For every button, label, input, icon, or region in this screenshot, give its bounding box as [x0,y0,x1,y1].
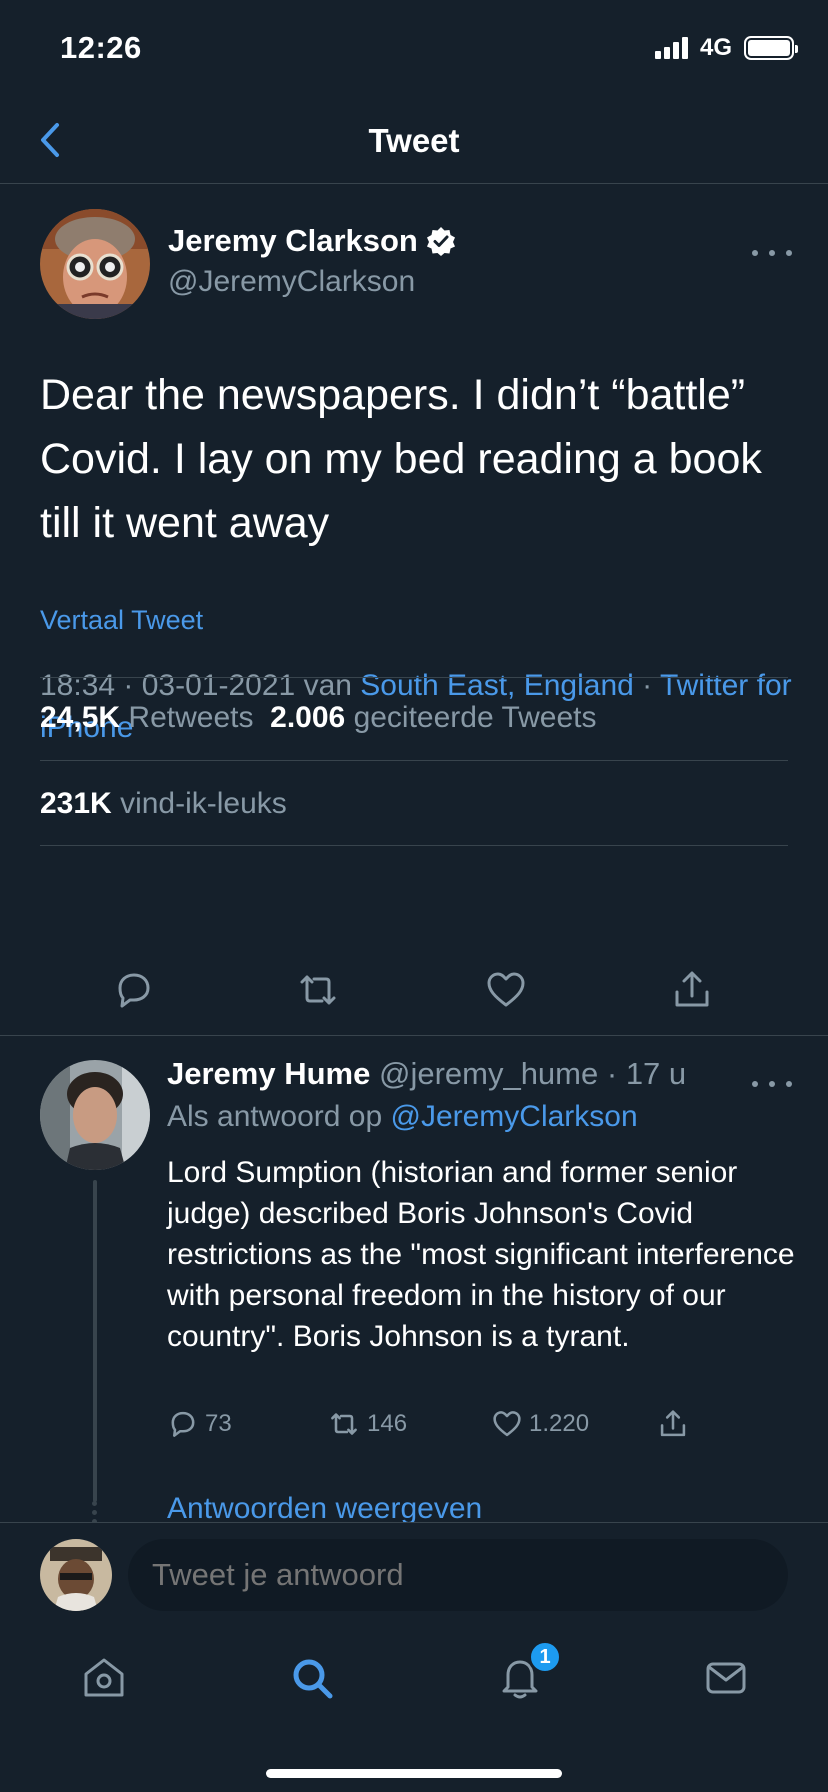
reply-more-options-button[interactable] [752,1074,792,1094]
retweets-label[interactable]: Retweets [128,701,253,734]
reply-text: Lord Sumption (historian and former seni… [167,1156,795,1353]
reply-likes-count: 1.220 [529,1410,590,1437]
heart-icon [493,1411,521,1437]
tweet-actions [0,946,828,1026]
reply-replies-count: 73 [205,1410,232,1437]
search-icon [293,1659,333,1699]
reply-button[interactable] [112,968,156,1012]
tab-messages[interactable] [696,1648,756,1708]
status-bar: 12:26 4G [0,0,828,100]
author-name[interactable]: Jeremy Clarkson [168,223,456,259]
retweet-icon [300,975,336,1005]
reply-retweet-button[interactable]: 146 [327,1408,407,1440]
reply-author-name[interactable]: Jeremy Hume [167,1056,370,1091]
retweets-count: 24,5K [40,701,121,734]
retweet-button[interactable] [296,968,340,1012]
reply-header: Jeremy Hume @jeremy_hume · 17 u [167,1056,687,1091]
home-indicator[interactable] [266,1769,562,1778]
like-button[interactable] [484,968,528,1012]
tab-home[interactable] [74,1648,134,1708]
heart-icon [487,972,525,1007]
reply-age: 17 u [625,1056,687,1091]
tweet-time: 18:34 [40,669,116,702]
network-type: 4G [699,34,732,61]
translate-tweet-link[interactable]: Vertaal Tweet [40,605,203,636]
reply-tweet[interactable]: Jeremy Hume @jeremy_hume · 17 u Als antw… [0,1036,828,1522]
tab-search[interactable] [282,1648,342,1708]
status-indicators: 4G [654,34,798,62]
share-icon [675,971,709,1007]
retweet-icon [331,1413,357,1435]
thread-dots [92,1501,98,1522]
page-title: Tweet [368,122,460,159]
divider [40,677,788,678]
reply-icon [118,973,150,1008]
reply-to-handle[interactable]: @JeremyClarkson [390,1100,637,1133]
reply-to-label: Als antwoord op [167,1100,383,1133]
location-link[interactable]: South East, England [360,669,634,702]
reply-to-line: Als antwoord op @JeremyClarkson [167,1100,638,1134]
tab-bar: 1 [0,1628,828,1792]
mail-icon [706,1662,746,1694]
show-replies-link[interactable]: Antwoorden weergeven [167,1492,482,1522]
divider [40,845,788,846]
quotes-count: 2.006 [270,701,346,734]
via-label: van [303,669,352,702]
battery-icon [744,36,798,60]
reply-like-button[interactable]: 1.220 [491,1408,589,1440]
verified-badge-icon [426,227,455,256]
more-options-button[interactable] [752,243,792,263]
reply-composer [0,1522,828,1628]
avatar[interactable] [40,209,150,319]
reply-author-handle[interactable]: @jeremy_hume [379,1056,598,1091]
likes-stats: 231K vind-ik-leuks [40,787,287,821]
retweet-stats: 24,5K Retweets 2.006 geciteerde Tweets [40,701,597,735]
reply-reply-button[interactable]: 73 [167,1408,232,1440]
quotes-label[interactable]: geciteerde Tweets [354,701,597,734]
likes-label[interactable]: vind-ik-leuks [120,787,287,820]
home-icon [84,1658,124,1697]
reply-actions: 73 146 1.220 [167,1408,727,1448]
navigation-bar: Tweet [0,100,828,184]
reply-icon [171,1411,195,1437]
likes-count: 231K [40,787,112,820]
tweet-text: Dear the newspapers. I didn’t “battle” C… [40,371,762,547]
author-handle[interactable]: @JeremyClarkson [168,265,415,299]
reply-share-button[interactable] [657,1408,689,1440]
avatar[interactable] [40,1539,112,1611]
divider [40,760,788,761]
status-time: 12:26 [60,30,142,65]
thread-line [93,1180,97,1502]
tweet-date: 03-01-2021 [141,669,296,702]
avatar[interactable] [40,1060,150,1170]
reply-input[interactable] [128,1539,788,1611]
author-name-text: Jeremy Clarkson [168,223,418,258]
reply-retweets-count: 146 [367,1410,408,1437]
share-button[interactable] [670,968,714,1012]
notification-badge: 1 [528,1640,562,1674]
share-icon [660,1410,686,1437]
signal-icon [654,37,688,59]
